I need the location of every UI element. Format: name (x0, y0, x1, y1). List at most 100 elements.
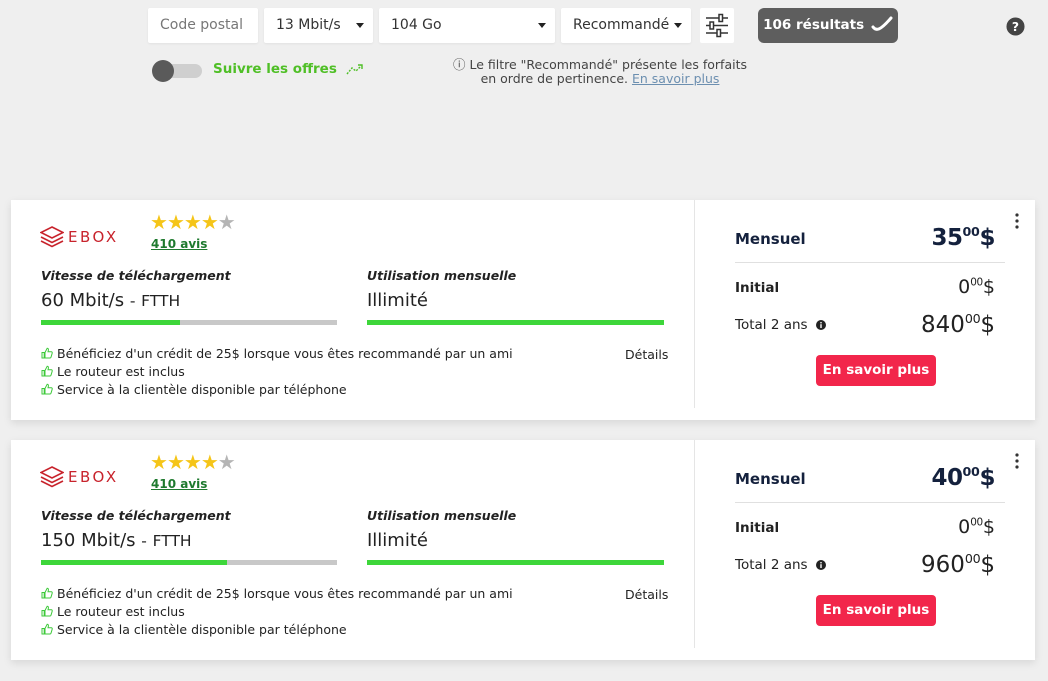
svg-text:?: ? (1012, 20, 1019, 34)
initial-price-int: 0 (958, 276, 971, 298)
star-filled-icon: ★ (183, 450, 202, 474)
thumbs-up-icon (41, 347, 53, 359)
speed-number: 60 Mbit/s (41, 290, 125, 311)
postal-code-input[interactable]: Code postal (148, 8, 258, 43)
feature-text: Service à la clientèle disponible par té… (57, 622, 347, 637)
star-filled-icon: ★ (200, 210, 219, 234)
sort-info-line1: ⓘ Le filtre "Recommandé" présente les fo… (453, 57, 747, 72)
caret-down-icon (538, 23, 546, 28)
monthly-price-int: 35 (931, 224, 963, 251)
sort-select[interactable]: Recommandé (561, 8, 691, 43)
total-price-int: 840 (920, 311, 965, 338)
caret-down-icon (674, 23, 682, 28)
initial-label: Initial (735, 520, 780, 536)
details-link[interactable]: Détails (625, 587, 668, 602)
star-empty-icon: ★ (217, 450, 236, 474)
star-filled-icon: ★ (200, 450, 219, 474)
total-label: Total 2 ans (735, 317, 826, 333)
results-button[interactable]: 106 résultats (758, 8, 898, 43)
currency: $ (979, 224, 995, 251)
total-label: Total 2 ans (735, 557, 826, 573)
help-icon[interactable]: ? (1006, 17, 1025, 36)
reviews-link[interactable]: 410 avis (151, 237, 207, 251)
speed-bar (41, 560, 337, 565)
learn-more-link[interactable]: En savoir plus (632, 71, 719, 86)
data-select-value: 104 Go (391, 17, 442, 33)
feature-item: Le routeur est inclus (41, 363, 513, 381)
currency: $ (980, 311, 995, 338)
sliders-icon (706, 13, 728, 38)
feature-item: Service à la clientèle disponible par té… (41, 381, 513, 399)
thumbs-up-icon (41, 365, 53, 377)
follow-offers-label[interactable]: Suivre les offres (213, 61, 366, 77)
learn-more-button[interactable]: En savoir plus (816, 355, 936, 386)
speed-number: 150 Mbit/s (41, 530, 136, 551)
thumbs-up-icon (41, 623, 53, 635)
usage-bar (367, 560, 664, 565)
speed-bar (41, 320, 337, 325)
filter-settings-button[interactable] (700, 8, 734, 43)
speed-bar-fill (41, 560, 228, 565)
learn-more-button[interactable]: En savoir plus (816, 595, 936, 626)
trend-line-icon (346, 64, 363, 75)
initial-price-dec: 00 (970, 276, 983, 289)
monthly-label: Mensuel (735, 230, 806, 248)
usage-value: Illimité (367, 530, 428, 551)
initial-price-int: 0 (958, 516, 971, 538)
feature-list: Bénéficiez d'un crédit de 25$ lorsque vo… (41, 585, 513, 639)
price-separator (735, 502, 1005, 503)
speed-technology: FTTH (152, 532, 192, 550)
offer-details: EBOX ★★★★★ 410 avis Vitesse de télécharg… (11, 200, 695, 420)
star-empty-icon: ★ (217, 210, 236, 234)
reviews-link[interactable]: 410 avis (151, 477, 207, 491)
usage-bar-fill (367, 320, 664, 325)
feature-text: Service à la clientèle disponible par té… (57, 382, 347, 397)
feature-text: Bénéficiez d'un crédit de 25$ lorsque vo… (57, 586, 513, 601)
feature-list: Bénéficiez d'un crédit de 25$ lorsque vo… (41, 345, 513, 399)
monthly-price: 3500$ (931, 224, 995, 251)
ebox-logo-icon (40, 226, 64, 248)
star-filled-icon: ★ (150, 450, 168, 474)
speed-value: 150 Mbit/s - FTTH (41, 530, 192, 551)
total-price-dec: 00 (964, 311, 981, 326)
star-filled-icon: ★ (150, 210, 168, 234)
monthly-price-int: 40 (931, 464, 963, 491)
more-vertical-icon[interactable] (1015, 453, 1019, 469)
speed-select-value: 13 Mbit/s (276, 17, 341, 33)
sort-info-line2: en ordre de pertinence. En savoir plus (430, 72, 770, 86)
sort-select-value: Recommandé (573, 17, 670, 33)
details-link[interactable]: Détails (625, 347, 668, 362)
usage-bar (367, 320, 664, 325)
star-filled-icon: ★ (166, 210, 185, 234)
usage-title: Utilisation mensuelle (367, 268, 517, 283)
speed-technology: FTTH (141, 292, 181, 310)
follow-offers-toggle[interactable] (152, 60, 204, 82)
feature-item: Le routeur est inclus (41, 603, 513, 621)
feature-item: Bénéficiez d'un crédit de 25$ lorsque vo… (41, 345, 513, 363)
follow-offers-text: Suivre les offres (213, 61, 337, 77)
swoosh-check-icon (871, 16, 893, 31)
data-select[interactable]: 104 Go (379, 8, 555, 43)
monthly-price-dec: 00 (962, 464, 980, 479)
price-panel: Mensuel 3500$ Initial 000$ Total 2 ans 8… (695, 200, 1035, 420)
usage-value: Illimité (367, 290, 428, 311)
speed-value: 60 Mbit/s - FTTH (41, 290, 180, 311)
thumbs-up-icon (41, 587, 53, 599)
thumbs-up-icon (41, 605, 53, 617)
more-vertical-icon[interactable] (1015, 213, 1019, 229)
total-price: 84000$ (921, 311, 995, 338)
provider-name: EBOX (68, 228, 119, 246)
feature-text: Bénéficiez d'un crédit de 25$ lorsque vo… (57, 346, 513, 361)
toggle-knob (152, 60, 174, 82)
info-icon[interactable] (815, 560, 826, 570)
price-separator (735, 262, 1005, 263)
speed-select[interactable]: 13 Mbit/s (264, 8, 373, 43)
star-filled-icon: ★ (183, 210, 202, 234)
feature-item: Service à la clientèle disponible par té… (41, 621, 513, 639)
speed-bar-fill (41, 320, 181, 325)
speed-title: Vitesse de téléchargement (41, 508, 231, 523)
total-price-int: 960 (920, 551, 965, 578)
currency: $ (982, 516, 995, 538)
info-icon[interactable] (815, 320, 826, 330)
monthly-label: Mensuel (735, 470, 806, 488)
